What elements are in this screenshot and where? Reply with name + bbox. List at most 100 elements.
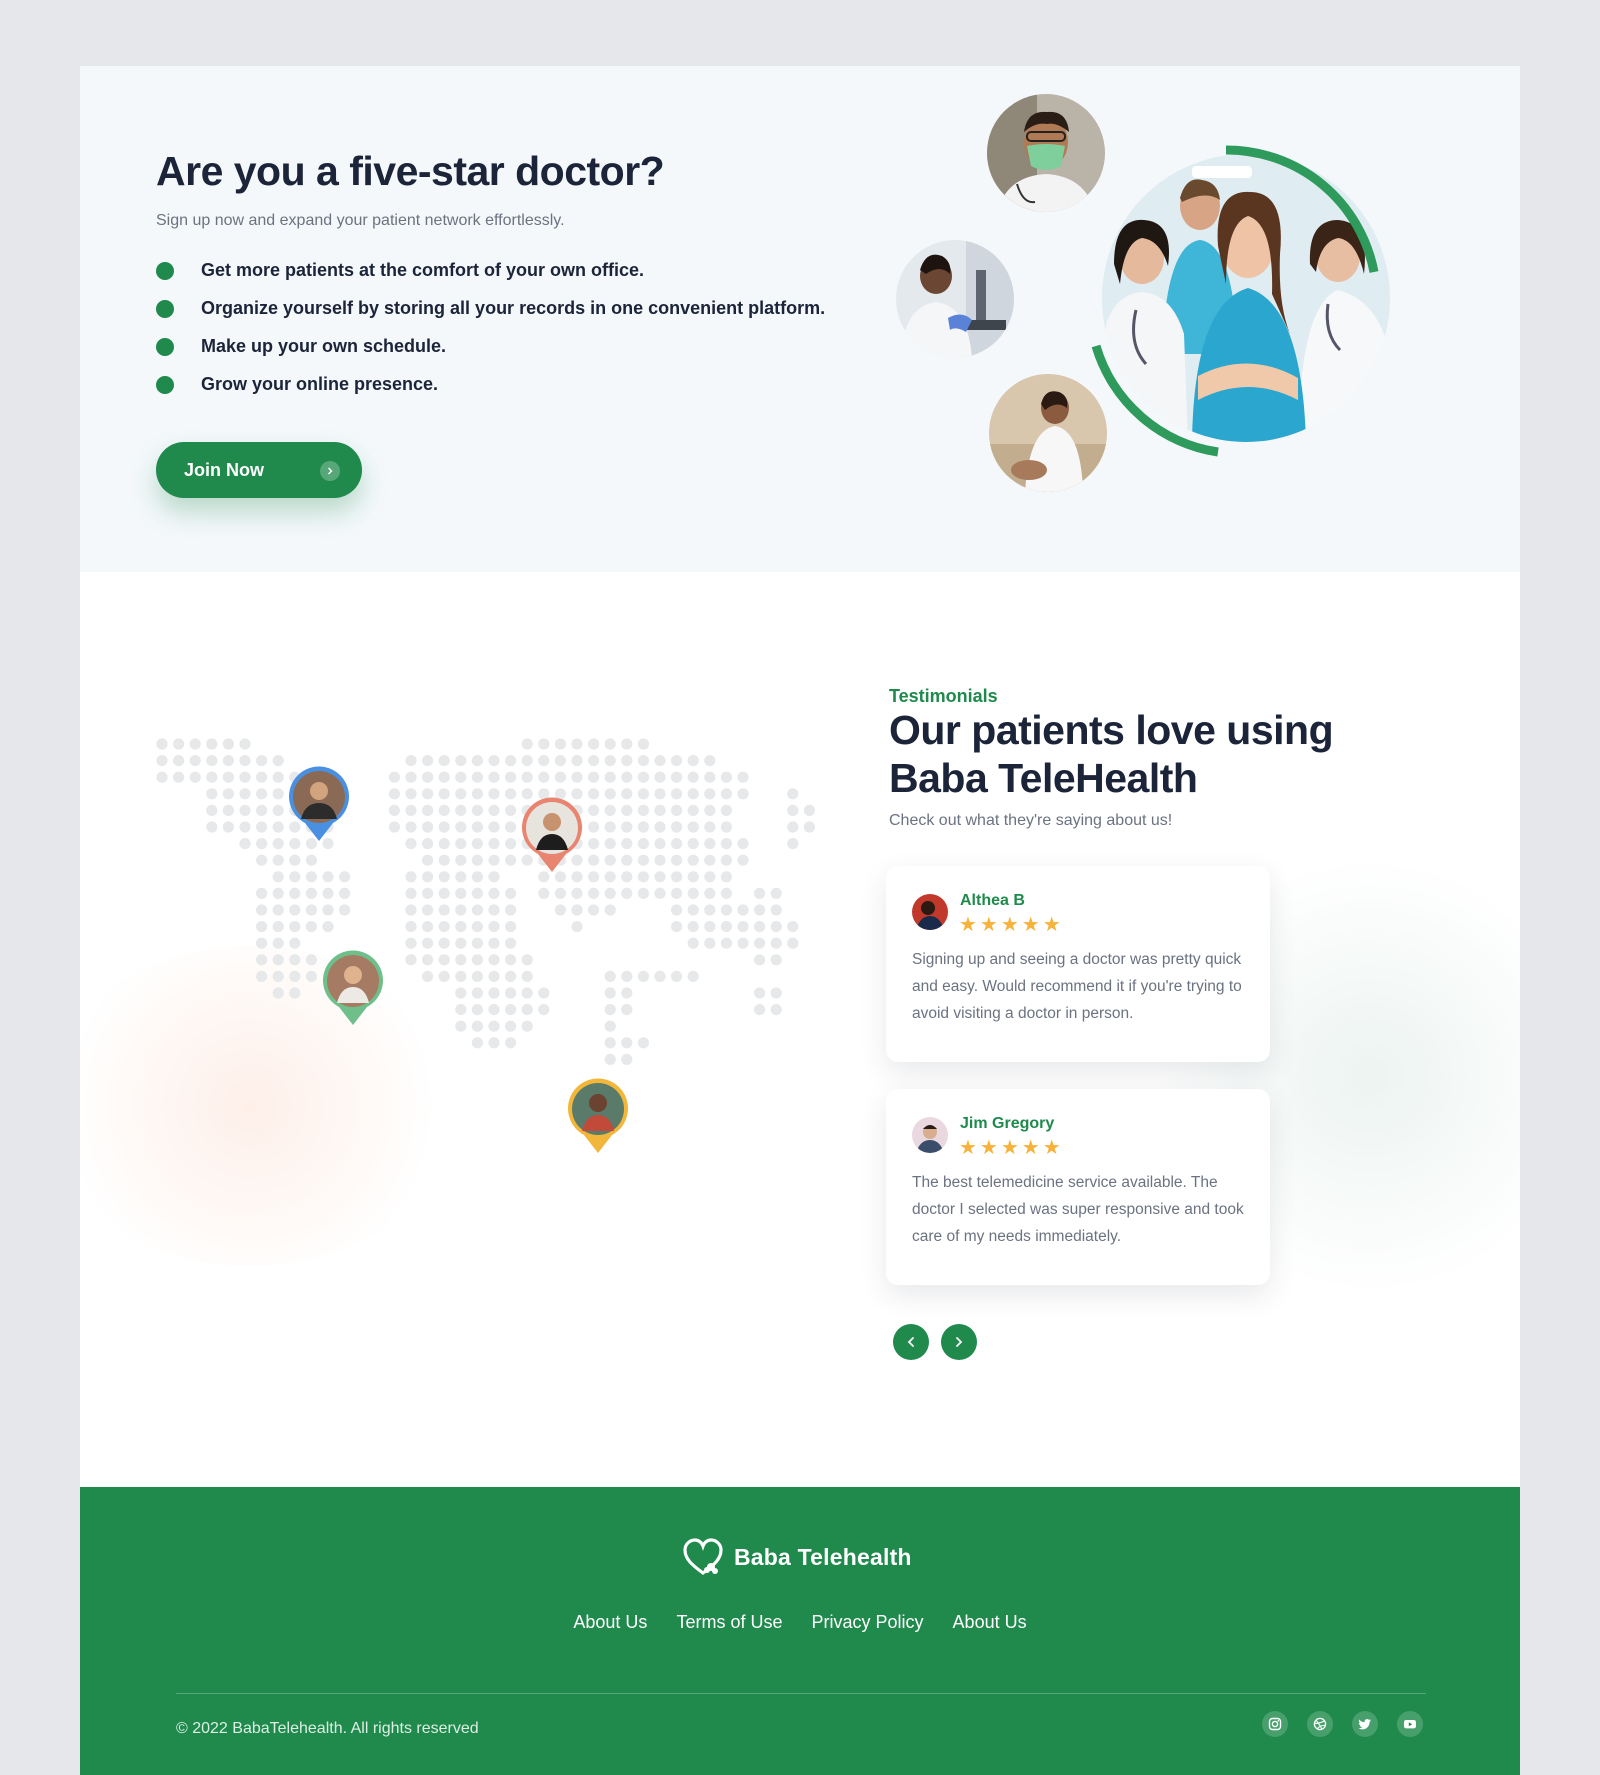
map-dot: [239, 804, 251, 816]
map-dot: [521, 1004, 533, 1016]
map-dot: [737, 904, 749, 916]
map-dot: [538, 738, 550, 750]
map-dot: [505, 937, 517, 949]
map-dot: [737, 937, 749, 949]
map-dot: [637, 821, 649, 833]
map-dot: [488, 871, 500, 883]
map-dot: [737, 771, 749, 783]
map-dot: [621, 1004, 633, 1016]
map-dot: [754, 887, 766, 899]
map-dot: [289, 871, 301, 883]
map-dot: [687, 788, 699, 800]
map-dot: [388, 821, 400, 833]
map-dot: [787, 804, 799, 816]
map-dot: [256, 904, 268, 916]
next-testimonial-button[interactable]: [941, 1324, 977, 1360]
map-dot: [554, 771, 566, 783]
map-dot: [305, 887, 317, 899]
map-dot: [222, 771, 234, 783]
map-dot: [471, 954, 483, 966]
map-dot: [787, 838, 799, 850]
map-dot: [322, 921, 334, 933]
map-dot: [621, 755, 633, 767]
map-dot: [654, 821, 666, 833]
map-dot: [256, 887, 268, 899]
map-dot: [471, 970, 483, 982]
map-dot: [239, 788, 251, 800]
map-dot: [405, 887, 417, 899]
map-dot: [754, 921, 766, 933]
map-dot: [471, 854, 483, 866]
map-dot: [621, 788, 633, 800]
map-dot: [272, 904, 284, 916]
map-dot: [322, 887, 334, 899]
map-dot: [687, 887, 699, 899]
map-dot: [637, 887, 649, 899]
previous-testimonial-button[interactable]: [893, 1324, 929, 1360]
map-dot: [438, 904, 450, 916]
map-dot: [455, 1004, 467, 1016]
map-dot: [405, 804, 417, 816]
map-dot: [422, 771, 434, 783]
map-dot: [505, 821, 517, 833]
dribbble-icon[interactable]: [1307, 1711, 1333, 1737]
footer-link-about-us[interactable]: About Us: [573, 1612, 647, 1632]
map-dot: [637, 755, 649, 767]
map-dot: [737, 838, 749, 850]
map-dot: [803, 821, 816, 833]
map-dot: [621, 887, 633, 899]
map-dot: [438, 970, 450, 982]
map-dot: [189, 755, 201, 767]
map-dot: [256, 954, 268, 966]
map-dot: [704, 838, 716, 850]
map-dot: [455, 904, 467, 916]
map-dot: [637, 788, 649, 800]
map-dot: [305, 970, 317, 982]
map-dot: [488, 887, 500, 899]
map-dot: [671, 904, 683, 916]
map-pin-avatar: [522, 797, 582, 872]
instagram-icon[interactable]: [1262, 1711, 1288, 1737]
social-links: [1262, 1711, 1423, 1737]
map-dot: [687, 771, 699, 783]
map-dot: [289, 887, 301, 899]
youtube-icon[interactable]: [1397, 1711, 1423, 1737]
map-dot: [272, 804, 284, 816]
map-dot: [488, 954, 500, 966]
map-dot: [471, 871, 483, 883]
lab-researcher-photo: [896, 240, 1014, 358]
footer-link-privacy-policy[interactable]: Privacy Policy: [812, 1612, 924, 1632]
map-dot: [405, 788, 417, 800]
map-dot: [538, 1004, 550, 1016]
footer-link-terms-of-use[interactable]: Terms of Use: [676, 1612, 782, 1632]
footer-nav: About Us Terms of Use Privacy Policy Abo…: [80, 1612, 1520, 1633]
footer-link-about-us-2[interactable]: About Us: [953, 1612, 1027, 1632]
map-dot: [671, 755, 683, 767]
map-dot: [405, 871, 417, 883]
map-dot: [505, 1004, 517, 1016]
join-now-label: Join Now: [184, 459, 264, 480]
twitter-icon[interactable]: [1352, 1711, 1378, 1737]
map-dot: [604, 738, 616, 750]
map-dot: [455, 821, 467, 833]
map-dot: [571, 738, 583, 750]
map-dot: [687, 838, 699, 850]
join-now-button[interactable]: Join Now: [156, 442, 362, 498]
map-dot: [538, 987, 550, 999]
map-dot: [621, 871, 633, 883]
benefit-text: Get more patients at the comfort of your…: [201, 260, 645, 280]
footer-brand[interactable]: Baba Telehealth: [682, 1537, 912, 1577]
map-pin-avatar: [568, 1078, 628, 1153]
map-dot: [455, 804, 467, 816]
map-dot: [189, 771, 201, 783]
map-dot: [455, 788, 467, 800]
map-dot: [422, 838, 434, 850]
benefit-item: Organize yourself by storing all your re…: [156, 298, 825, 336]
map-dot: [505, 1020, 517, 1032]
map-dot: [422, 887, 434, 899]
map-dot: [671, 771, 683, 783]
map-dot: [206, 821, 218, 833]
map-dot: [173, 755, 185, 767]
map-dot: [621, 854, 633, 866]
map-dot: [554, 904, 566, 916]
